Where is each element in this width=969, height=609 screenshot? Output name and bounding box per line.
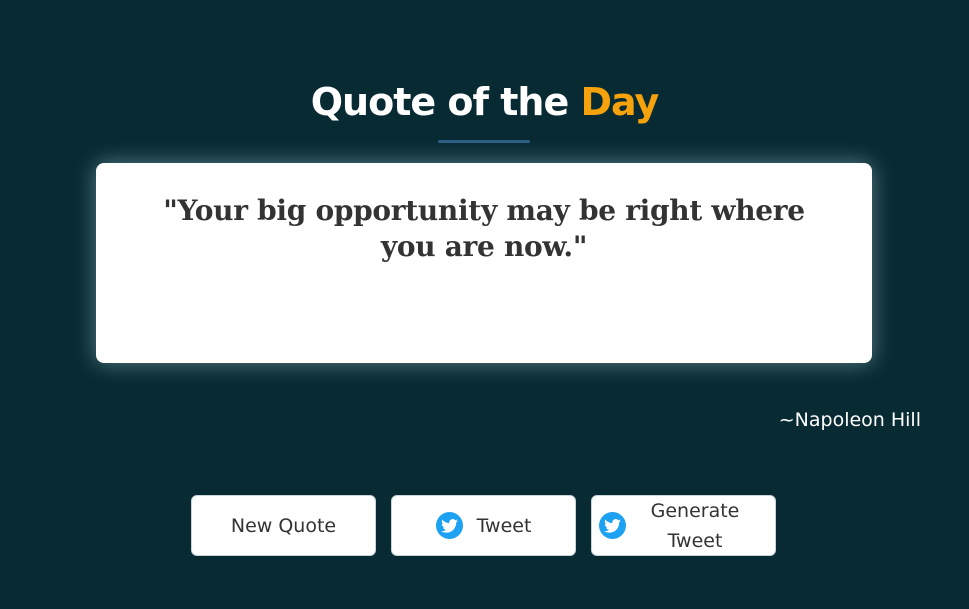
page-title: Quote of the Day: [0, 78, 969, 126]
generate-tweet-button[interactable]: Generate Tweet: [591, 495, 776, 556]
twitter-icon: [599, 512, 626, 539]
tweet-button[interactable]: Tweet: [391, 495, 576, 556]
title-underline: [438, 140, 530, 143]
generate-tweet-label-line1: Generate: [650, 499, 740, 522]
quote-card: "Your big opportunity may be right where…: [96, 163, 872, 363]
generate-tweet-label-line2: Tweet: [667, 529, 723, 552]
quote-text: "Your big opportunity may be right where…: [163, 194, 805, 263]
generate-tweet-label: Generate Tweet: [640, 496, 750, 556]
new-quote-button[interactable]: New Quote: [191, 495, 376, 556]
title-main: Quote of the: [310, 80, 581, 124]
tweet-label: Tweet: [476, 514, 532, 537]
twitter-icon: [435, 512, 463, 539]
quote-author: ~Napoleon Hill: [778, 409, 921, 431]
title-accent: Day: [580, 80, 659, 124]
new-quote-label: New Quote: [230, 514, 337, 537]
